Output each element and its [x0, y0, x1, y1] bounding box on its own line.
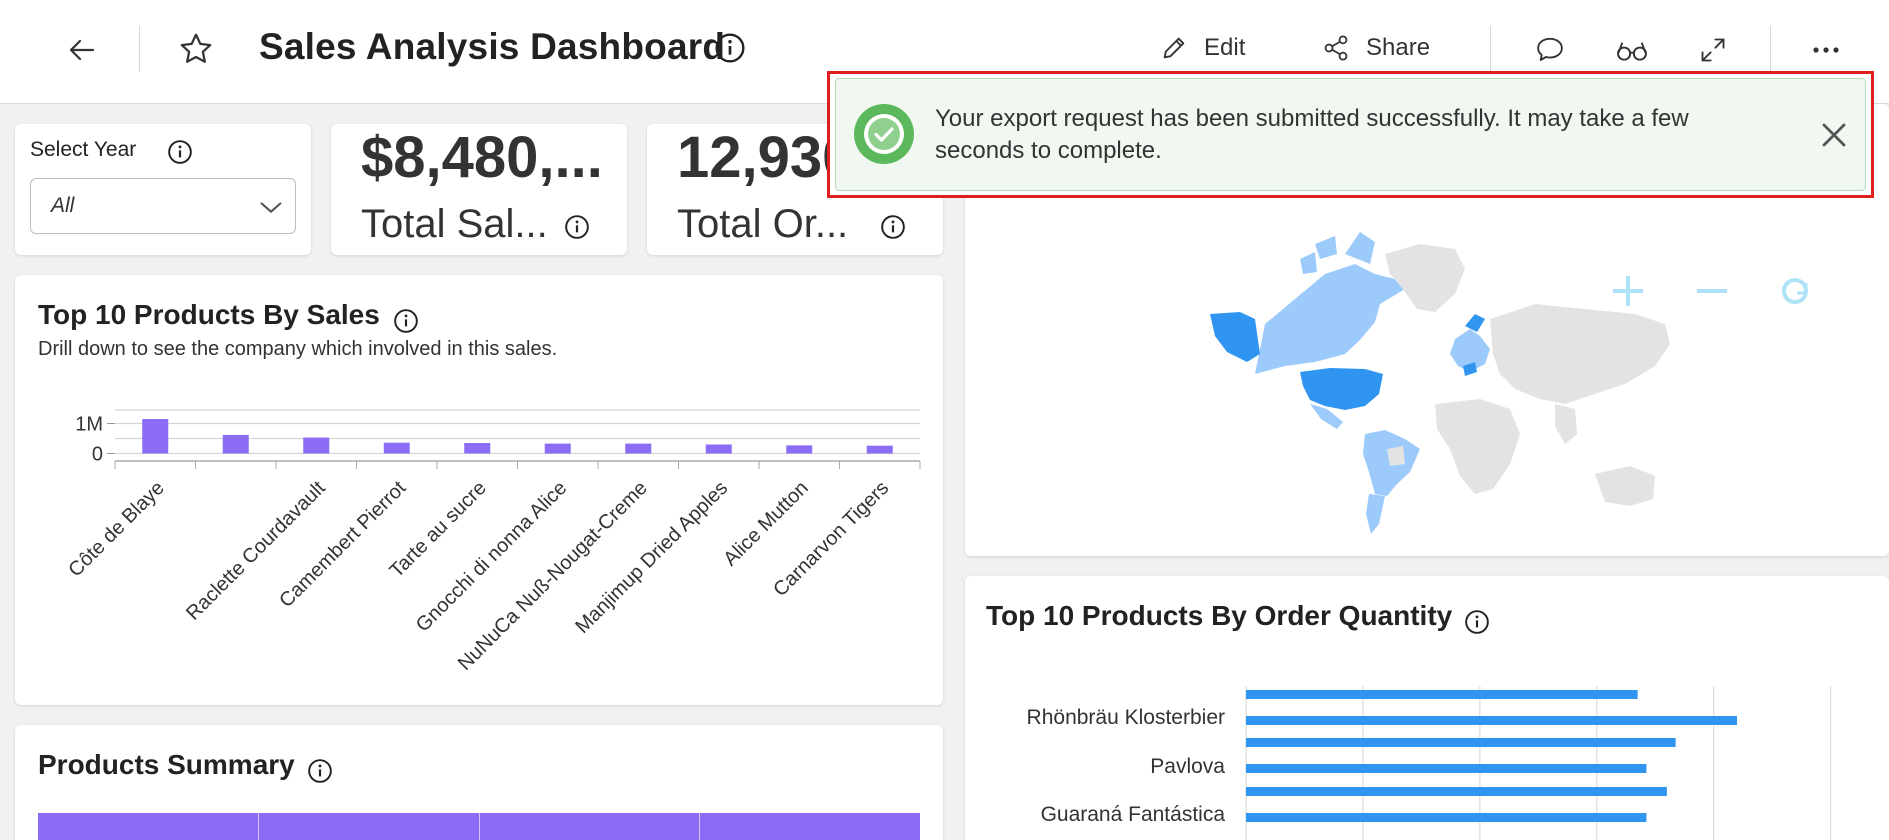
success-check-icon — [853, 103, 915, 165]
bar[interactable] — [1246, 787, 1667, 796]
arrow-left-icon — [69, 39, 95, 61]
y-category-label: Rhönbräu Klosterbier — [1027, 706, 1225, 729]
filter-label: Select Year — [30, 138, 137, 161]
bar[interactable] — [705, 444, 732, 454]
table-header-cell[interactable] — [480, 813, 701, 840]
bar[interactable] — [222, 434, 249, 454]
kpi-value: $8,480,... — [361, 125, 603, 190]
reset-view-icon[interactable] — [1782, 278, 1808, 304]
y-tick-label: 1M — [75, 414, 103, 436]
table-header-cell[interactable] — [259, 813, 480, 840]
zoom-in-icon[interactable] — [1613, 276, 1643, 306]
edit-label: Edit — [1204, 34, 1246, 61]
close-toast-button[interactable] — [1816, 117, 1852, 153]
bar[interactable] — [464, 443, 491, 454]
expand-icon — [1701, 38, 1725, 62]
top-products-sales-card: Top 10 Products By Sales Drill down to s… — [15, 275, 943, 705]
glasses-icon — [1617, 42, 1647, 61]
favorite-button[interactable] — [175, 28, 217, 70]
bar[interactable] — [1246, 764, 1647, 773]
kpi-label: Total Sal... — [361, 202, 548, 246]
page-title: Sales Analysis Dashboard — [259, 26, 726, 67]
bar[interactable] — [1246, 690, 1638, 699]
bar[interactable] — [383, 442, 410, 454]
kpi-info-icon[interactable] — [564, 214, 590, 240]
bar[interactable] — [866, 445, 893, 454]
kpi-label: Total Or... — [677, 202, 849, 246]
toast-body: Your export request has been submitted s… — [835, 78, 1866, 191]
y-category-label: Pavlova — [1150, 755, 1225, 778]
bar[interactable] — [786, 445, 813, 454]
export-success-toast: Your export request has been submitted s… — [827, 71, 1874, 198]
x-category-label: Gnocchi di nonna Alice — [412, 477, 571, 636]
toast-message: Your export request has been submitted s… — [935, 105, 1689, 164]
y-category-label: Guaraná Fantástica — [1041, 803, 1226, 826]
bar[interactable] — [1246, 738, 1676, 747]
bar[interactable] — [1246, 813, 1647, 822]
products-summary-card: Products Summary — [15, 725, 943, 840]
card-title: Products Summary — [38, 749, 295, 780]
year-filter-card: Select Year All — [15, 124, 311, 255]
x-category-label: Côte de Blaye — [64, 477, 168, 581]
comment-icon — [1537, 37, 1563, 61]
more-options-button[interactable] — [1806, 32, 1846, 68]
preview-button[interactable] — [1612, 32, 1652, 68]
summary-table-header — [38, 813, 920, 840]
total-sales-card[interactable]: $8,480,... Total Sal... — [331, 124, 627, 255]
bar[interactable] — [142, 419, 169, 454]
x-category-label: Manjimup Dried Apples — [571, 477, 732, 638]
table-header-cell[interactable] — [38, 813, 259, 840]
share-label: Share — [1366, 34, 1431, 61]
x-category-label: Raclette Courdavault — [182, 477, 330, 625]
chevron-down-icon — [260, 202, 282, 213]
sales-bar-chart[interactable]: 1M0Côte de Blaye Raclette CourdavaultCame… — [15, 275, 943, 705]
kpi-info-icon[interactable] — [880, 214, 906, 240]
year-select[interactable]: All — [30, 178, 296, 234]
bar[interactable] — [544, 443, 571, 454]
back-button[interactable] — [62, 30, 102, 70]
title-info-icon[interactable] — [712, 30, 748, 66]
divider — [1490, 26, 1491, 72]
filter-info-icon[interactable] — [167, 139, 193, 165]
star-icon — [180, 33, 212, 63]
close-icon — [1822, 123, 1846, 147]
y-tick-label: 0 — [92, 444, 103, 466]
bar[interactable] — [1246, 716, 1738, 725]
bar[interactable] — [303, 437, 330, 454]
edit-button[interactable]: Edit — [1160, 34, 1245, 62]
comments-button[interactable] — [1530, 32, 1570, 68]
top-products-orders-card: Top 10 Products By Order Quantity Rhönbr… — [965, 576, 1889, 840]
fullscreen-button[interactable] — [1693, 32, 1733, 68]
table-header-cell[interactable] — [700, 813, 920, 840]
more-icon — [1813, 47, 1839, 53]
share-icon — [1324, 35, 1348, 61]
orders-bar-chart[interactable]: Rhönbräu Klosterbier Pavlova Guaraná Fantá… — [965, 576, 1889, 840]
divider — [1770, 26, 1771, 72]
bar[interactable] — [625, 443, 652, 454]
year-select-value: All — [51, 194, 75, 217]
pencil-icon — [1163, 37, 1185, 59]
card-info-icon[interactable] — [307, 758, 333, 784]
divider — [139, 26, 140, 72]
share-button[interactable]: Share — [1322, 34, 1430, 62]
